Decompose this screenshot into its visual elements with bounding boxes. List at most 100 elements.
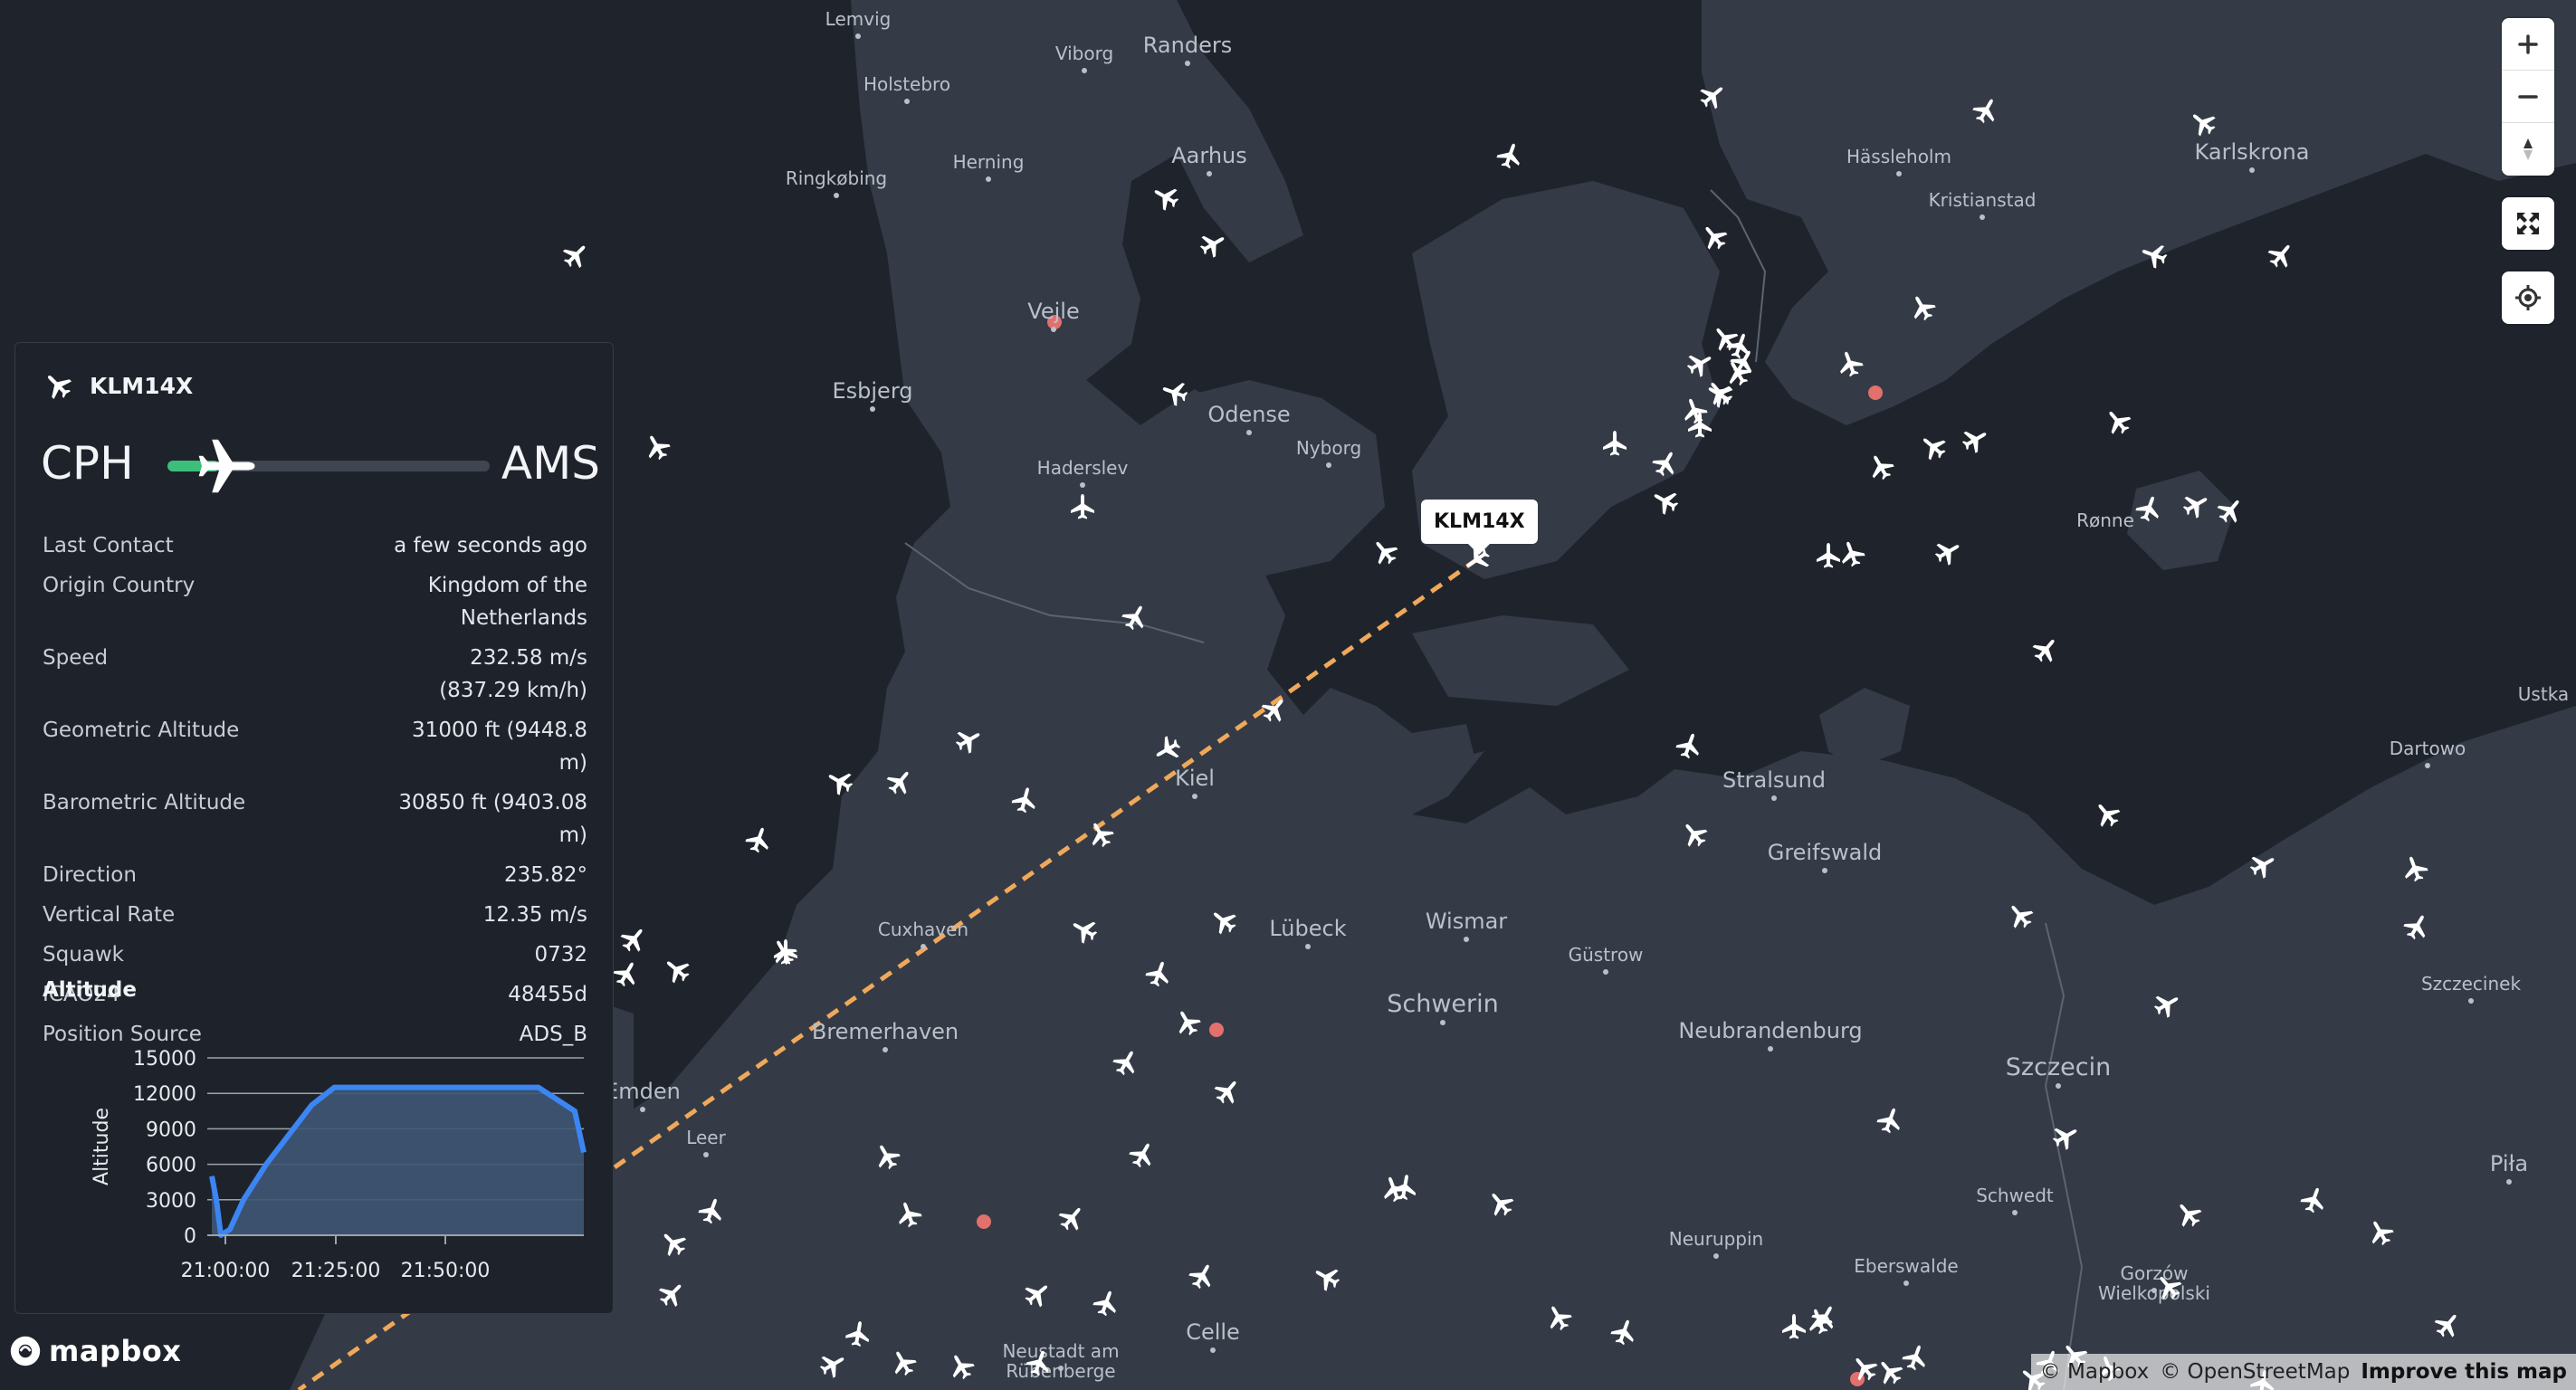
city-dot <box>1326 462 1331 468</box>
city-dot <box>2012 1210 2018 1215</box>
x-tick-label: 21:00:00 <box>181 1260 271 1282</box>
airplane-icon <box>198 439 255 493</box>
fullscreen-button[interactable] <box>2502 197 2554 250</box>
callsign-text: KLM14X <box>90 372 194 399</box>
city-dot <box>904 99 910 104</box>
city-name: Haderslev <box>1037 457 1129 479</box>
city-dot <box>1051 327 1056 332</box>
info-value: 31000 ft (9448.8 m) <box>412 719 587 775</box>
mapbox-wordmark: mapbox <box>49 1334 182 1368</box>
city-name: Dartowo <box>2390 738 2466 759</box>
poi-marker[interactable] <box>977 1214 991 1229</box>
city-name: Lemvig <box>825 8 892 30</box>
city-dot <box>921 944 926 949</box>
altitude-chart: 0 3000 6000 9000 12000 15000 Altitude 21:00:00 2… <box>91 1048 587 1282</box>
info-row: Speed 232.58 m/s (837.29 km/h) <box>43 642 587 707</box>
info-value: 232.58 m/s (837.29 km/h) <box>439 646 587 702</box>
fullscreen-control <box>2502 197 2554 250</box>
osm-copyright-link[interactable]: © OpenStreetMap <box>2160 1360 2350 1384</box>
info-key: Squawk <box>43 943 125 966</box>
info-key: Vertical Rate <box>43 903 176 927</box>
city-dot <box>2506 1179 2512 1185</box>
city-dot <box>834 193 839 198</box>
city-name: Gorzów <box>2120 1262 2188 1284</box>
zoom-out-button[interactable] <box>2502 71 2554 123</box>
city-dot <box>703 1152 709 1157</box>
city-name: Cuxhaven <box>878 919 968 940</box>
city-label: Neustadt amRübenberge <box>1002 1340 1119 1382</box>
city-label: Ustka <box>2518 683 2569 705</box>
city-name: Neuruppin <box>1669 1228 1763 1250</box>
city-dot <box>2056 1083 2061 1089</box>
city-name: Viborg <box>1055 43 1113 64</box>
city-dot <box>1082 68 1087 73</box>
poi-marker[interactable] <box>1868 386 1883 400</box>
city-dot <box>1464 937 1469 942</box>
city-name: Stralsund <box>1722 767 1826 793</box>
origin-airport: CPH <box>41 437 134 490</box>
city-dot <box>1185 61 1190 66</box>
city-name: Güstrow <box>1569 944 1644 966</box>
city-dot <box>1768 1046 1773 1052</box>
city-name: Odense <box>1207 402 1290 427</box>
mapbox-copyright-link[interactable]: © Mapbox <box>2040 1360 2149 1384</box>
info-row: Squawk 0732 <box>43 938 587 971</box>
info-key: Speed <box>43 646 109 670</box>
city-name: Lübeck <box>1269 916 1346 941</box>
city-dot <box>1771 795 1777 801</box>
compass-icon <box>2524 138 2533 160</box>
city-name: Schwerin <box>1387 990 1499 1018</box>
city-name: Schwedt <box>1976 1185 2054 1206</box>
city-name: Ringkøbing <box>786 167 887 189</box>
zoom-in-button[interactable] <box>2502 18 2554 71</box>
info-key: Geometric Altitude <box>43 719 240 742</box>
info-key: Barometric Altitude <box>43 791 246 814</box>
info-value: 48455d <box>508 983 587 1006</box>
y-tick-label: 15000 <box>133 1048 196 1071</box>
geolocate-control <box>2502 271 2554 324</box>
city-dot <box>1822 868 1827 873</box>
route-progress: CPH AMS <box>41 433 600 497</box>
city-name: Randers <box>1143 33 1232 58</box>
city-dot <box>1903 1281 1909 1286</box>
y-tick-label: 9000 <box>146 1119 196 1141</box>
flight-info-panel: KLM14X CPH AMS Last Contact a few seconds… <box>14 342 614 1314</box>
airplane-icon <box>47 375 72 400</box>
city-name: Greifswald <box>1768 840 1883 865</box>
compass-button[interactable] <box>2502 123 2554 176</box>
y-tick-label: 12000 <box>133 1083 196 1106</box>
selected-flight-label[interactable]: KLM14X <box>1421 500 1538 555</box>
y-tick-label: 3000 <box>146 1190 196 1213</box>
city-name: Herning <box>953 151 1025 173</box>
info-row: Barometric Altitude 30850 ft (9403.08 m) <box>43 786 587 852</box>
city-name: Celle <box>1186 1319 1240 1345</box>
improve-map-link[interactable]: Improve this map <box>2361 1360 2567 1384</box>
city-name: Eberswalde <box>1854 1255 1958 1277</box>
progress-track <box>167 439 490 493</box>
destination-airport: AMS <box>501 437 600 490</box>
city-label: Rønne <box>2076 509 2134 531</box>
city-name: Szczecin <box>2006 1053 2111 1081</box>
poi-marker[interactable] <box>1209 1023 1224 1037</box>
city-name: Neustadt am <box>1002 1340 1119 1362</box>
info-row: Origin Country Kingdom of the Netherlands <box>43 569 587 634</box>
city-name: Nyborg <box>1296 437 1361 459</box>
minus-icon <box>2518 94 2538 99</box>
city-dot <box>1980 214 1985 220</box>
info-key: Direction <box>43 863 137 887</box>
city-dot <box>2425 763 2430 768</box>
city-dot <box>1058 1366 1064 1371</box>
y-tick-label: 0 <box>184 1225 196 1248</box>
city-dot <box>1713 1253 1719 1259</box>
city-dot <box>2151 1288 2157 1293</box>
city-dot <box>986 176 991 182</box>
city-dot <box>1246 430 1252 435</box>
city-dot <box>1305 944 1311 949</box>
city-name: Aarhus <box>1171 143 1247 168</box>
mapbox-logo[interactable]: mapbox <box>9 1334 181 1368</box>
geolocate-button[interactable] <box>2502 271 2554 324</box>
attribution-bar: © Mapbox © OpenStreetMap Improve this ma… <box>2030 1354 2576 1390</box>
info-key: Last Contact <box>43 534 174 557</box>
city-name: Ustka <box>2518 683 2569 705</box>
info-row: Vertical Rate 12.35 m/s <box>43 899 587 931</box>
